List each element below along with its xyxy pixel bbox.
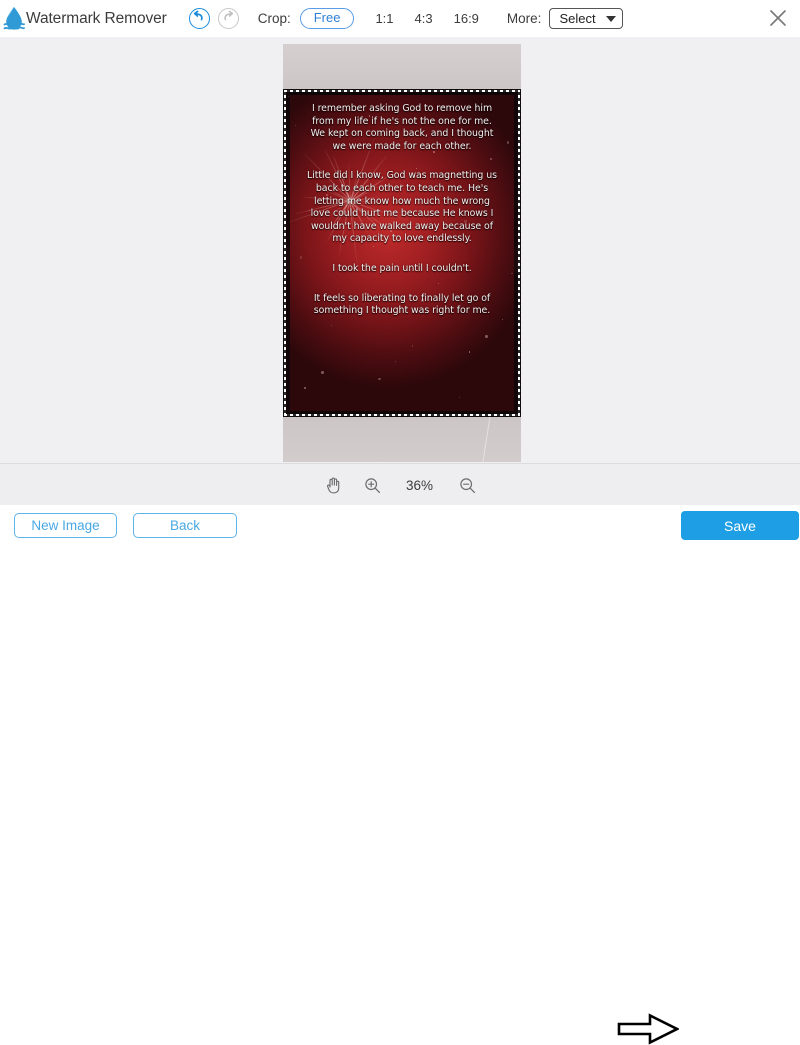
more-select-dropdown[interactable]: Select <box>549 8 623 29</box>
new-image-button[interactable]: New Image <box>14 513 117 538</box>
undo-arrow-icon <box>192 9 206 28</box>
redo-arrow-icon <box>221 9 235 28</box>
quote-text-overlay: I remember asking God to remove him from… <box>283 89 521 417</box>
crop-label: Crop: <box>257 11 291 26</box>
close-x-icon <box>770 10 786 26</box>
top-toolbar: Watermark Remover Crop: Free 1:1 4:3 16:… <box>0 0 800 37</box>
ratio-option-1-1[interactable]: 1:1 <box>375 9 393 28</box>
image-preview[interactable]: I remember asking God to remove him from… <box>283 44 521 462</box>
crop-selection[interactable]: I remember asking God to remove him from… <box>283 89 521 417</box>
back-button[interactable]: Back <box>133 513 237 538</box>
editor-canvas[interactable]: I remember asking God to remove him from… <box>0 37 800 463</box>
undo-button[interactable] <box>188 8 210 29</box>
zoom-toolbar: 36% <box>0 463 800 506</box>
save-button[interactable]: Save <box>681 511 799 540</box>
image-bottom-letterbox <box>283 417 521 462</box>
zoom-out-button[interactable] <box>459 477 476 494</box>
ratio-option-4-3[interactable]: 4:3 <box>415 9 433 28</box>
zoom-level-label: 36% <box>405 477 434 493</box>
zoom-in-button[interactable] <box>364 477 381 494</box>
redo-button[interactable] <box>217 8 239 29</box>
image-top-letterbox <box>283 44 521 89</box>
footer-bar: New Image Back Save <box>0 505 800 1045</box>
pan-tool-button[interactable] <box>325 476 342 494</box>
zoom-out-icon <box>459 477 475 493</box>
hand-pan-icon <box>326 477 339 494</box>
aspect-ratio-group: Free 1:1 4:3 16:9 <box>299 7 479 30</box>
app-branding: Watermark Remover <box>3 6 167 32</box>
ratio-option-free[interactable]: Free <box>299 7 355 30</box>
ratio-option-16-9[interactable]: 16:9 <box>454 9 479 28</box>
zoom-in-icon <box>364 477 380 493</box>
right-arrow-annotation-icon <box>617 1013 679 1045</box>
history-controls <box>188 8 239 29</box>
more-label: More: <box>506 11 542 26</box>
more-select-value: Select <box>559 11 596 26</box>
quote-paragraph: I took the pain until I couldn't. <box>332 262 472 274</box>
quote-paragraph: It feels so liberating to finally let go… <box>313 292 491 317</box>
watermark-remover-window: Watermark Remover Crop: Free 1:1 4:3 16:… <box>0 0 800 1045</box>
water-drop-icon <box>3 6 25 32</box>
chevron-down-icon <box>605 15 616 22</box>
close-button[interactable] <box>765 5 791 31</box>
quote-paragraph: I remember asking God to remove him from… <box>310 103 494 152</box>
quote-paragraph: Little did I know, God was magnetting us… <box>307 170 497 245</box>
app-title: Watermark Remover <box>26 9 167 27</box>
